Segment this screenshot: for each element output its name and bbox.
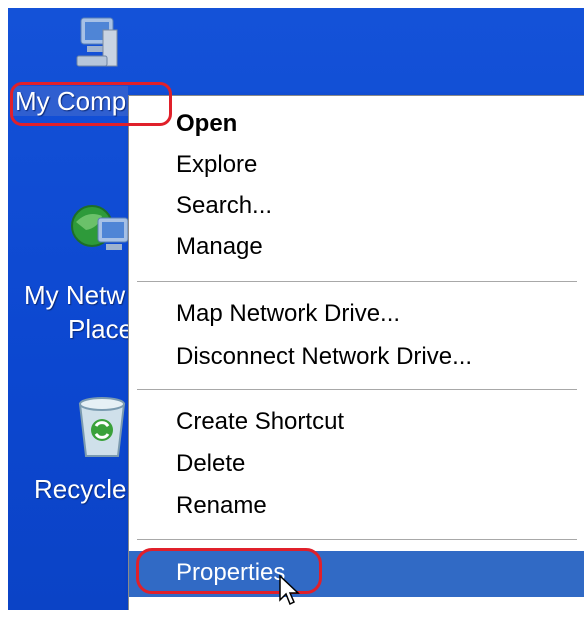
menu-item-explore[interactable]: Explore — [129, 147, 584, 187]
menu-item-label: Search... — [176, 192, 273, 219]
menu-item-create-shortcut[interactable]: Create Shortcut — [129, 404, 584, 444]
menu-separator — [137, 281, 577, 283]
menu-item-open[interactable]: Open — [129, 106, 584, 146]
annotation-ring-my-computer — [10, 82, 172, 126]
menu-item-search[interactable]: Search... — [129, 188, 584, 228]
menu-item-label: Delete — [176, 450, 246, 477]
recycle-bin-icon[interactable] — [72, 394, 132, 460]
menu-item-manage[interactable]: Manage — [129, 229, 584, 269]
my-computer-icon[interactable] — [63, 16, 133, 80]
mouse-cursor-icon — [278, 574, 304, 610]
menu-item-label: Rename — [176, 492, 267, 519]
menu-item-rename[interactable]: Rename — [129, 488, 584, 528]
menu-item-label: Create Shortcut — [176, 408, 345, 435]
menu-item-map-network-drive[interactable]: Map Network Drive... — [129, 296, 584, 336]
menu-item-label: Manage — [176, 233, 263, 260]
menu-item-label: Open — [176, 110, 238, 137]
menu-item-delete[interactable]: Delete — [129, 446, 584, 486]
menu-item-label: Disconnect Network Drive... — [176, 343, 473, 370]
desktop: My Comp My Netw Place Recycle Open Explo… — [8, 8, 584, 610]
menu-item-disconnect-network-drive[interactable]: Disconnect Network Drive... — [129, 339, 584, 379]
menu-item-label: Map Network Drive... — [176, 300, 401, 327]
context-menu: Open Explore Search... Manage Map Networ… — [128, 95, 584, 610]
my-network-places-label-line1[interactable]: My Netw — [24, 280, 125, 310]
menu-separator — [137, 389, 577, 391]
recycle-bin-label[interactable]: Recycle — [34, 474, 126, 504]
menu-item-label: Explore — [176, 151, 258, 178]
menu-separator — [137, 539, 577, 541]
my-network-places-label-line2[interactable]: Place — [68, 314, 133, 344]
